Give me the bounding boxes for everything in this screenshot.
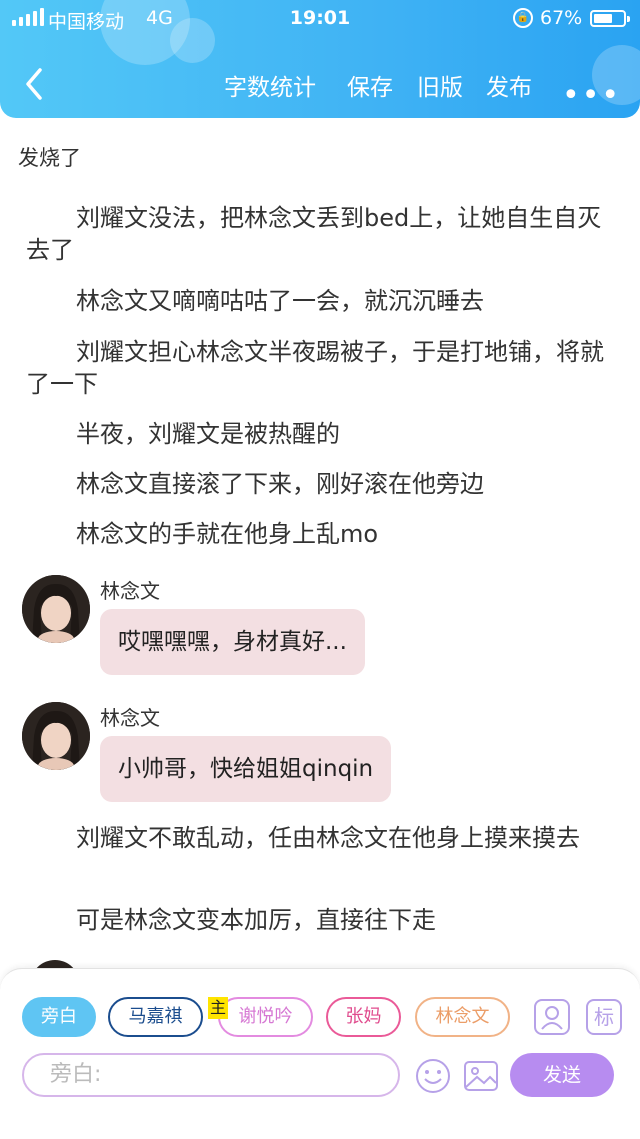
publish-button[interactable]: 发布 bbox=[486, 68, 532, 102]
rotation-lock-icon: 🔒 bbox=[513, 8, 533, 28]
chat-message: 林念文 哎嘿嘿嘿，身材真好... bbox=[22, 575, 622, 677]
paragraph: 刘耀文没法，把林念文丢到bed上，让她自生自灭去了 bbox=[26, 204, 602, 264]
status-bar: 中国移动 4G 19:01 🔒 67% bbox=[0, 0, 640, 38]
nav-actions: 字数统计 保存 旧版 发布 bbox=[0, 68, 640, 102]
avatar[interactable] bbox=[22, 702, 90, 770]
role-chip-majiaqi[interactable]: 马嘉祺 bbox=[108, 997, 203, 1037]
word-count-button[interactable]: 字数统计 bbox=[224, 68, 316, 102]
battery-icon bbox=[590, 10, 630, 27]
more-icon[interactable]: ••• bbox=[562, 78, 621, 113]
top-header: 中国移动 4G 19:01 🔒 67% 字数统计 保存 旧版 发布 ••• bbox=[0, 0, 640, 118]
paragraph: 林念文又嘀嘀咕咕了一会，就沉沉睡去 bbox=[76, 287, 484, 315]
chat-bubble[interactable]: 小帅哥，快给姐姐qinqin bbox=[100, 736, 392, 802]
role-chip-linnianwen[interactable]: 林念文 bbox=[415, 997, 510, 1037]
speaker-name: 林念文 bbox=[100, 706, 160, 730]
paragraph: 林念文直接滚了下来，刚好滚在他旁边 bbox=[76, 470, 484, 498]
chapter-title: 发烧了 bbox=[18, 146, 81, 170]
old-version-button[interactable]: 旧版 bbox=[417, 68, 463, 102]
paragraph: 刘耀文担心林念文半夜踢被子，于是打地铺，将就了一下 bbox=[26, 338, 604, 398]
main-character-badge: 主 bbox=[208, 997, 228, 1019]
avatar-portrait-icon bbox=[22, 702, 90, 770]
chat-bubble[interactable]: 哎嘿嘿嘿，身材真好... bbox=[100, 609, 365, 675]
paragraph: 可是林念文变本加厉，直接往下走 bbox=[76, 906, 436, 934]
message-input[interactable]: 旁白: bbox=[22, 1053, 400, 1097]
paragraph: 半夜，刘耀文是被热醒的 bbox=[76, 420, 340, 448]
avatar-portrait-icon bbox=[22, 575, 90, 643]
role-chip-narration[interactable]: 旁白 bbox=[22, 997, 96, 1037]
battery-percent: 67% bbox=[540, 7, 583, 29]
speaker-name: 林念文 bbox=[100, 579, 160, 603]
paragraph: 林念文的手就在他身上乱mo bbox=[76, 520, 379, 548]
tag-icon[interactable]: 标 bbox=[586, 999, 622, 1035]
image-icon[interactable] bbox=[462, 1057, 500, 1095]
avatar[interactable] bbox=[22, 575, 90, 643]
role-chip-xieyueyin[interactable]: 谢悦吟 bbox=[218, 997, 313, 1037]
send-button[interactable]: 发送 bbox=[510, 1053, 614, 1097]
save-button[interactable]: 保存 bbox=[347, 68, 393, 102]
user-icon[interactable] bbox=[534, 999, 570, 1035]
user-glyph bbox=[541, 1006, 563, 1030]
chat-message: 林念文 小帅哥，快给姐姐qinqin bbox=[22, 702, 622, 804]
smiley-icon[interactable] bbox=[414, 1057, 452, 1095]
paragraph: 刘耀文不敢乱动，任由林念文在他身上摸来摸去 bbox=[76, 824, 580, 852]
role-chip-zhangma[interactable]: 张妈 bbox=[326, 997, 401, 1037]
composer-panel: 旁白 马嘉祺 谢悦吟 主 张妈 林念文 标 旁白: 发送 bbox=[0, 968, 640, 1139]
